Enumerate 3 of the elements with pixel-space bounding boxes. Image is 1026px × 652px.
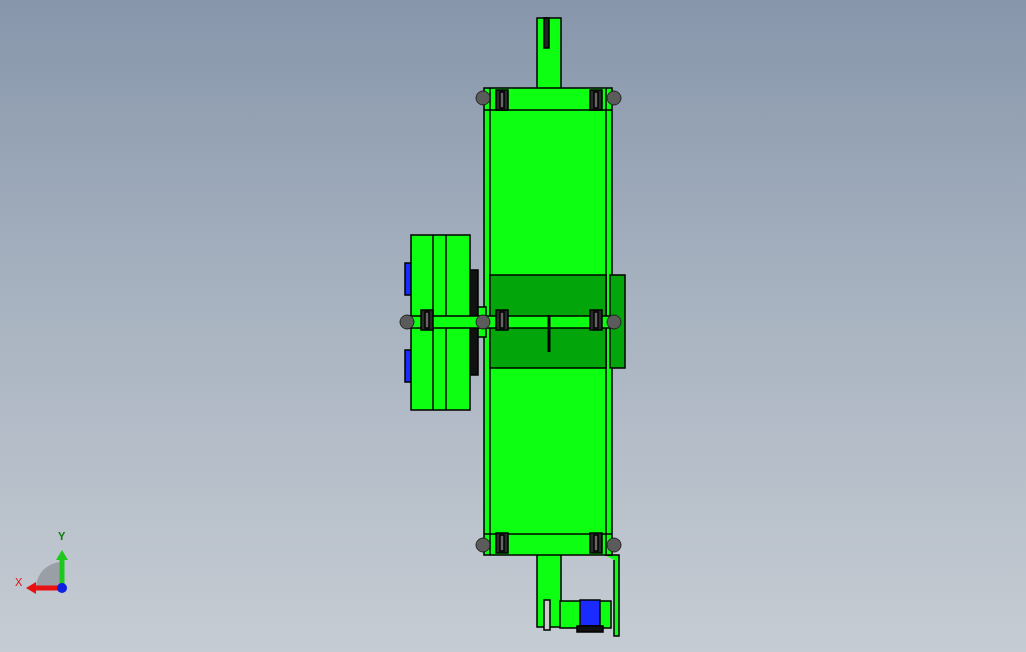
axis-triad-icon: [26, 550, 68, 594]
y-axis-label: Y: [58, 531, 66, 542]
x-axis-label: X: [15, 577, 23, 588]
